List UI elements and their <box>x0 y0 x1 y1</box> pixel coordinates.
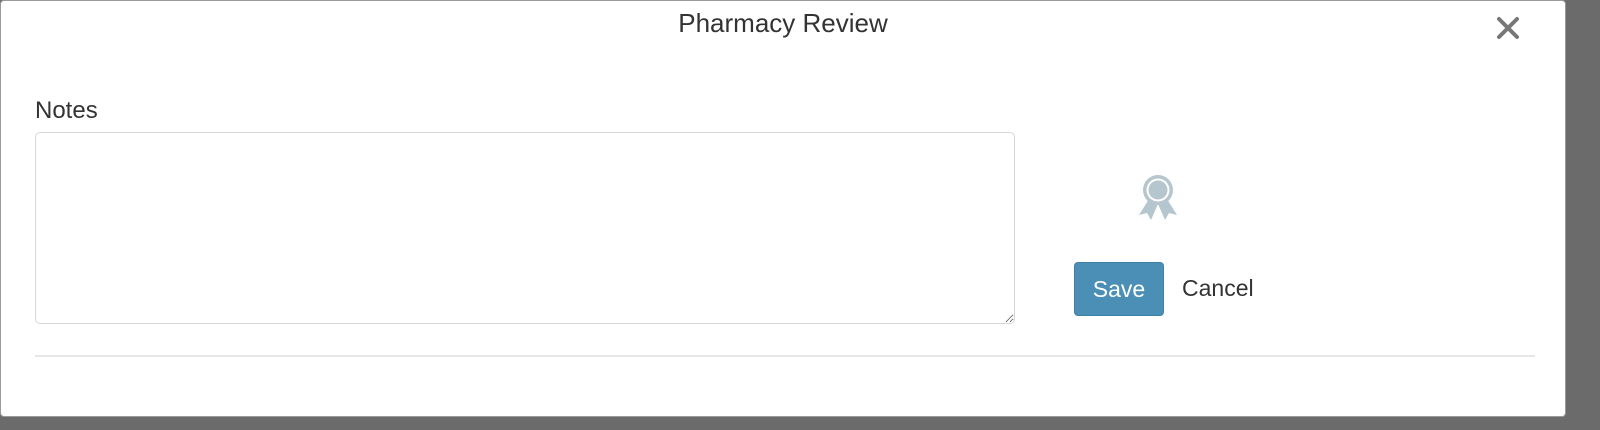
close-button[interactable] <box>1491 11 1525 45</box>
close-icon <box>1497 17 1519 39</box>
cancel-button[interactable]: Cancel <box>1182 275 1254 302</box>
pharmacy-review-dialog: Pharmacy Review Notes Save Cancel <box>0 0 1566 417</box>
dialog-title: Pharmacy Review <box>678 8 888 38</box>
notes-textarea[interactable] <box>35 132 1015 324</box>
award-ribbon-icon <box>1135 173 1181 221</box>
save-button[interactable]: Save <box>1074 262 1164 316</box>
footer-divider <box>35 355 1535 357</box>
notes-label: Notes <box>35 97 98 124</box>
